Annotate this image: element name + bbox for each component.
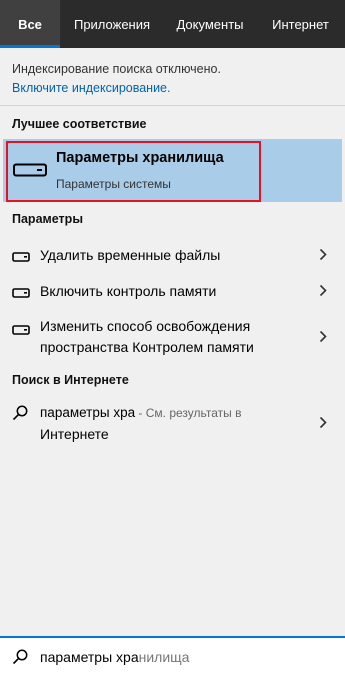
best-match-subtitle: Параметры системы: [56, 177, 171, 191]
settings-item-label: Удалить временные файлы: [40, 247, 221, 263]
search-icon: [12, 649, 28, 670]
best-match-result[interactable]: Параметры хранилища Параметры системы: [3, 139, 342, 202]
drive-icon: [12, 249, 30, 267]
chevron-right-icon: [319, 284, 327, 302]
filter-tabs: Все Приложения Документы Интернет: [0, 0, 345, 48]
section-best-match: Лучшее соответствие: [12, 117, 147, 131]
best-match-title: Параметры хранилища: [56, 150, 224, 166]
chevron-right-icon: [319, 248, 327, 266]
web-search-query: параметры хра: [40, 405, 136, 420]
section-web-search: Поиск в Интернете: [12, 373, 129, 387]
chevron-right-icon: [319, 330, 327, 348]
settings-item-label-line1: Изменить способ освобождения: [40, 318, 251, 334]
settings-item-label: Включить контроль памяти: [40, 283, 217, 299]
settings-item-label-line2: пространства Контролем памяти: [40, 339, 254, 355]
settings-item-delete-temp-files[interactable]: Удалить временные файлы: [0, 242, 345, 268]
drive-icon: [13, 163, 47, 182]
search-autocomplete-text: нилища: [138, 649, 190, 665]
drive-icon: [12, 322, 30, 340]
indexing-notice: Индексирование поиска отключено.: [12, 62, 221, 76]
settings-item-change-free-space[interactable]: Изменить способ освобождения пространств…: [0, 314, 345, 360]
tab-documents[interactable]: Документы: [164, 0, 256, 48]
section-settings: Параметры: [12, 212, 83, 226]
results-panel: Индексирование поиска отключено. Включит…: [0, 48, 345, 636]
search-input[interactable]: параметры хранилища: [40, 649, 189, 665]
chevron-right-icon: [319, 416, 327, 434]
drive-icon: [12, 285, 30, 303]
search-typed-text: параметры хра: [40, 649, 139, 665]
web-search-result[interactable]: параметры хра - См. результаты в Интерне…: [0, 400, 345, 448]
search-box[interactable]: параметры хранилища: [0, 636, 345, 676]
divider: [0, 105, 345, 106]
tab-all[interactable]: Все: [0, 0, 60, 48]
enable-indexing-link[interactable]: Включите индексирование.: [12, 81, 170, 95]
settings-item-storage-sense[interactable]: Включить контроль памяти: [0, 278, 345, 304]
tab-apps[interactable]: Приложения: [60, 0, 164, 48]
web-search-suffix: - См. результаты в: [135, 406, 242, 420]
search-icon: [12, 405, 28, 426]
tab-web[interactable]: Интернет: [256, 0, 345, 48]
web-search-suffix-line2: Интернете: [40, 426, 109, 442]
